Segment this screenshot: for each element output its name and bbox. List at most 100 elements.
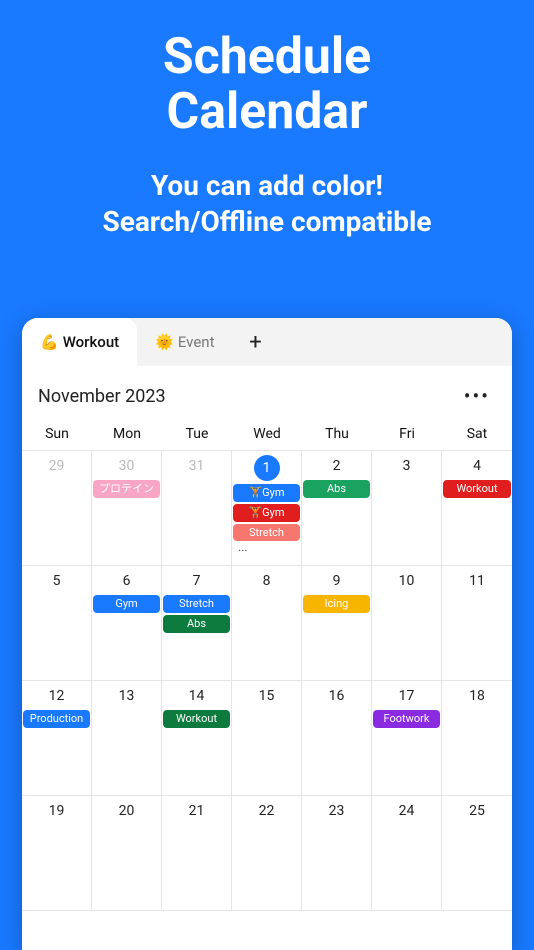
event-list: Workout <box>442 480 512 498</box>
calendar-cell[interactable]: 31 <box>162 451 232 566</box>
tab-label: Workout <box>63 333 119 351</box>
event-tag[interactable]: Abs <box>163 615 230 633</box>
event-tag[interactable]: プロテイン <box>93 480 160 498</box>
calendar-cell[interactable]: 21 <box>162 796 232 911</box>
plus-icon: + <box>249 330 261 355</box>
hero-subtitle: You can add color! Search/Offline compat… <box>20 168 514 241</box>
overflow-indicator[interactable]: ... <box>232 540 248 554</box>
day-number: 12 <box>44 685 70 707</box>
event-tag[interactable]: Workout <box>443 480 511 498</box>
weekday-label: Fri <box>372 426 442 442</box>
add-tab-button[interactable]: + <box>233 318 279 366</box>
day-number: 30 <box>114 455 140 477</box>
hero-sub-line1: You can add color! <box>151 169 383 202</box>
day-number: 19 <box>44 800 70 822</box>
hero-title-line1: Schedule <box>163 28 371 86</box>
calendar-card: 💪 Workout 🌞 Event + November 2023 ••• Su… <box>22 318 512 950</box>
day-number: 15 <box>254 685 280 707</box>
calendar-cell[interactable]: 5 <box>22 566 92 681</box>
day-number: 18 <box>464 685 490 707</box>
day-number: 22 <box>254 800 280 822</box>
day-number: 14 <box>184 685 210 707</box>
day-number: 29 <box>44 455 70 477</box>
day-number: 6 <box>114 570 140 592</box>
hero-sub-line2: Search/Offline compatible <box>102 205 431 238</box>
event-tag[interactable]: Stretch <box>163 595 230 613</box>
calendar-cell[interactable]: 25 <box>442 796 512 911</box>
calendar-cell[interactable]: 1 🏋️Gym 🏋️Gym Stretch... <box>232 451 302 566</box>
weekday-label: Mon <box>92 426 162 442</box>
calendar-cell[interactable]: 2 Abs <box>302 451 372 566</box>
day-number: 9 <box>324 570 350 592</box>
calendar-cell[interactable]: 8 <box>232 566 302 681</box>
flex-icon: 💪 <box>40 333 59 351</box>
hero: Schedule Calendar You can add color! Sea… <box>0 0 534 241</box>
day-number: 31 <box>184 455 210 477</box>
event-list: プロテイン <box>92 480 161 498</box>
calendar-cell[interactable]: 13 <box>92 681 162 796</box>
month-label[interactable]: November 2023 <box>38 386 166 407</box>
weekday-label: Wed <box>232 426 302 442</box>
tab-label: Event <box>178 333 215 351</box>
calendar-cell[interactable]: 22 <box>232 796 302 911</box>
event-tag[interactable]: Icing <box>303 595 370 613</box>
hero-title: Schedule Calendar <box>20 30 514 140</box>
day-number: 13 <box>114 685 140 707</box>
day-number: 20 <box>114 800 140 822</box>
event-tag[interactable]: 🏋️Gym <box>233 504 300 522</box>
weekday-label: Thu <box>302 426 372 442</box>
day-number: 2 <box>324 455 350 477</box>
tab-event[interactable]: 🌞 Event <box>137 318 232 366</box>
event-tag[interactable]: Stretch <box>233 524 300 542</box>
hero-title-line2: Calendar <box>167 83 368 141</box>
calendar-cell[interactable]: 29 <box>22 451 92 566</box>
event-list: Icing <box>302 595 371 613</box>
day-number: 3 <box>394 455 420 477</box>
event-list: Production <box>22 710 91 728</box>
day-number: 25 <box>464 800 490 822</box>
month-header: November 2023 ••• <box>22 366 512 418</box>
calendar-cell[interactable]: 19 <box>22 796 92 911</box>
sun-icon: 🌞 <box>155 333 174 351</box>
calendar-cell[interactable]: 24 <box>372 796 442 911</box>
event-tag[interactable]: Workout <box>163 710 230 728</box>
event-list: Footwork <box>372 710 441 728</box>
event-tag[interactable]: 🏋️Gym <box>233 484 300 502</box>
day-number: 1 <box>254 455 280 481</box>
day-number: 8 <box>254 570 280 592</box>
calendar-cell[interactable]: 9 Icing <box>302 566 372 681</box>
event-list: Workout <box>162 710 231 728</box>
event-tag[interactable]: Footwork <box>373 710 440 728</box>
calendar-cell[interactable]: 23 <box>302 796 372 911</box>
tab-workout[interactable]: 💪 Workout <box>22 318 137 366</box>
calendar-cell[interactable]: 12 Production <box>22 681 92 796</box>
calendar-cell[interactable]: 10 <box>372 566 442 681</box>
weekday-label: Sun <box>22 426 92 442</box>
calendar-cell[interactable]: 20 <box>92 796 162 911</box>
event-tag[interactable]: Production <box>23 710 90 728</box>
day-number: 4 <box>464 455 490 477</box>
calendar-cell[interactable]: 14 Workout <box>162 681 232 796</box>
day-number: 24 <box>394 800 420 822</box>
calendar-cell[interactable]: 15 <box>232 681 302 796</box>
event-tag[interactable]: Gym <box>93 595 160 613</box>
calendar-cell[interactable]: 7 Stretch Abs <box>162 566 232 681</box>
calendar-cell[interactable]: 11 <box>442 566 512 681</box>
calendar-cell[interactable]: 6 Gym <box>92 566 162 681</box>
event-list: 🏋️Gym 🏋️Gym Stretch <box>232 484 301 541</box>
calendar-cell[interactable]: 30 プロテイン <box>92 451 162 566</box>
day-number: 7 <box>184 570 210 592</box>
day-number: 23 <box>324 800 350 822</box>
event-list: Gym <box>92 595 161 613</box>
calendar-cell[interactable]: 16 <box>302 681 372 796</box>
calendar-cell[interactable]: 3 <box>372 451 442 566</box>
weekday-label: Sat <box>442 426 512 442</box>
day-number: 17 <box>394 685 420 707</box>
day-number: 21 <box>184 800 210 822</box>
calendar-cell[interactable]: 17 Footwork <box>372 681 442 796</box>
more-button[interactable]: ••• <box>458 380 496 412</box>
calendar-grid: 29 30 プロテイン 31 1 🏋️Gym 🏋️Gym Stretch... 2 Abs 3 4 Wo… <box>22 450 512 911</box>
calendar-cell[interactable]: 4 Workout <box>442 451 512 566</box>
calendar-cell[interactable]: 18 <box>442 681 512 796</box>
event-tag[interactable]: Abs <box>303 480 370 498</box>
